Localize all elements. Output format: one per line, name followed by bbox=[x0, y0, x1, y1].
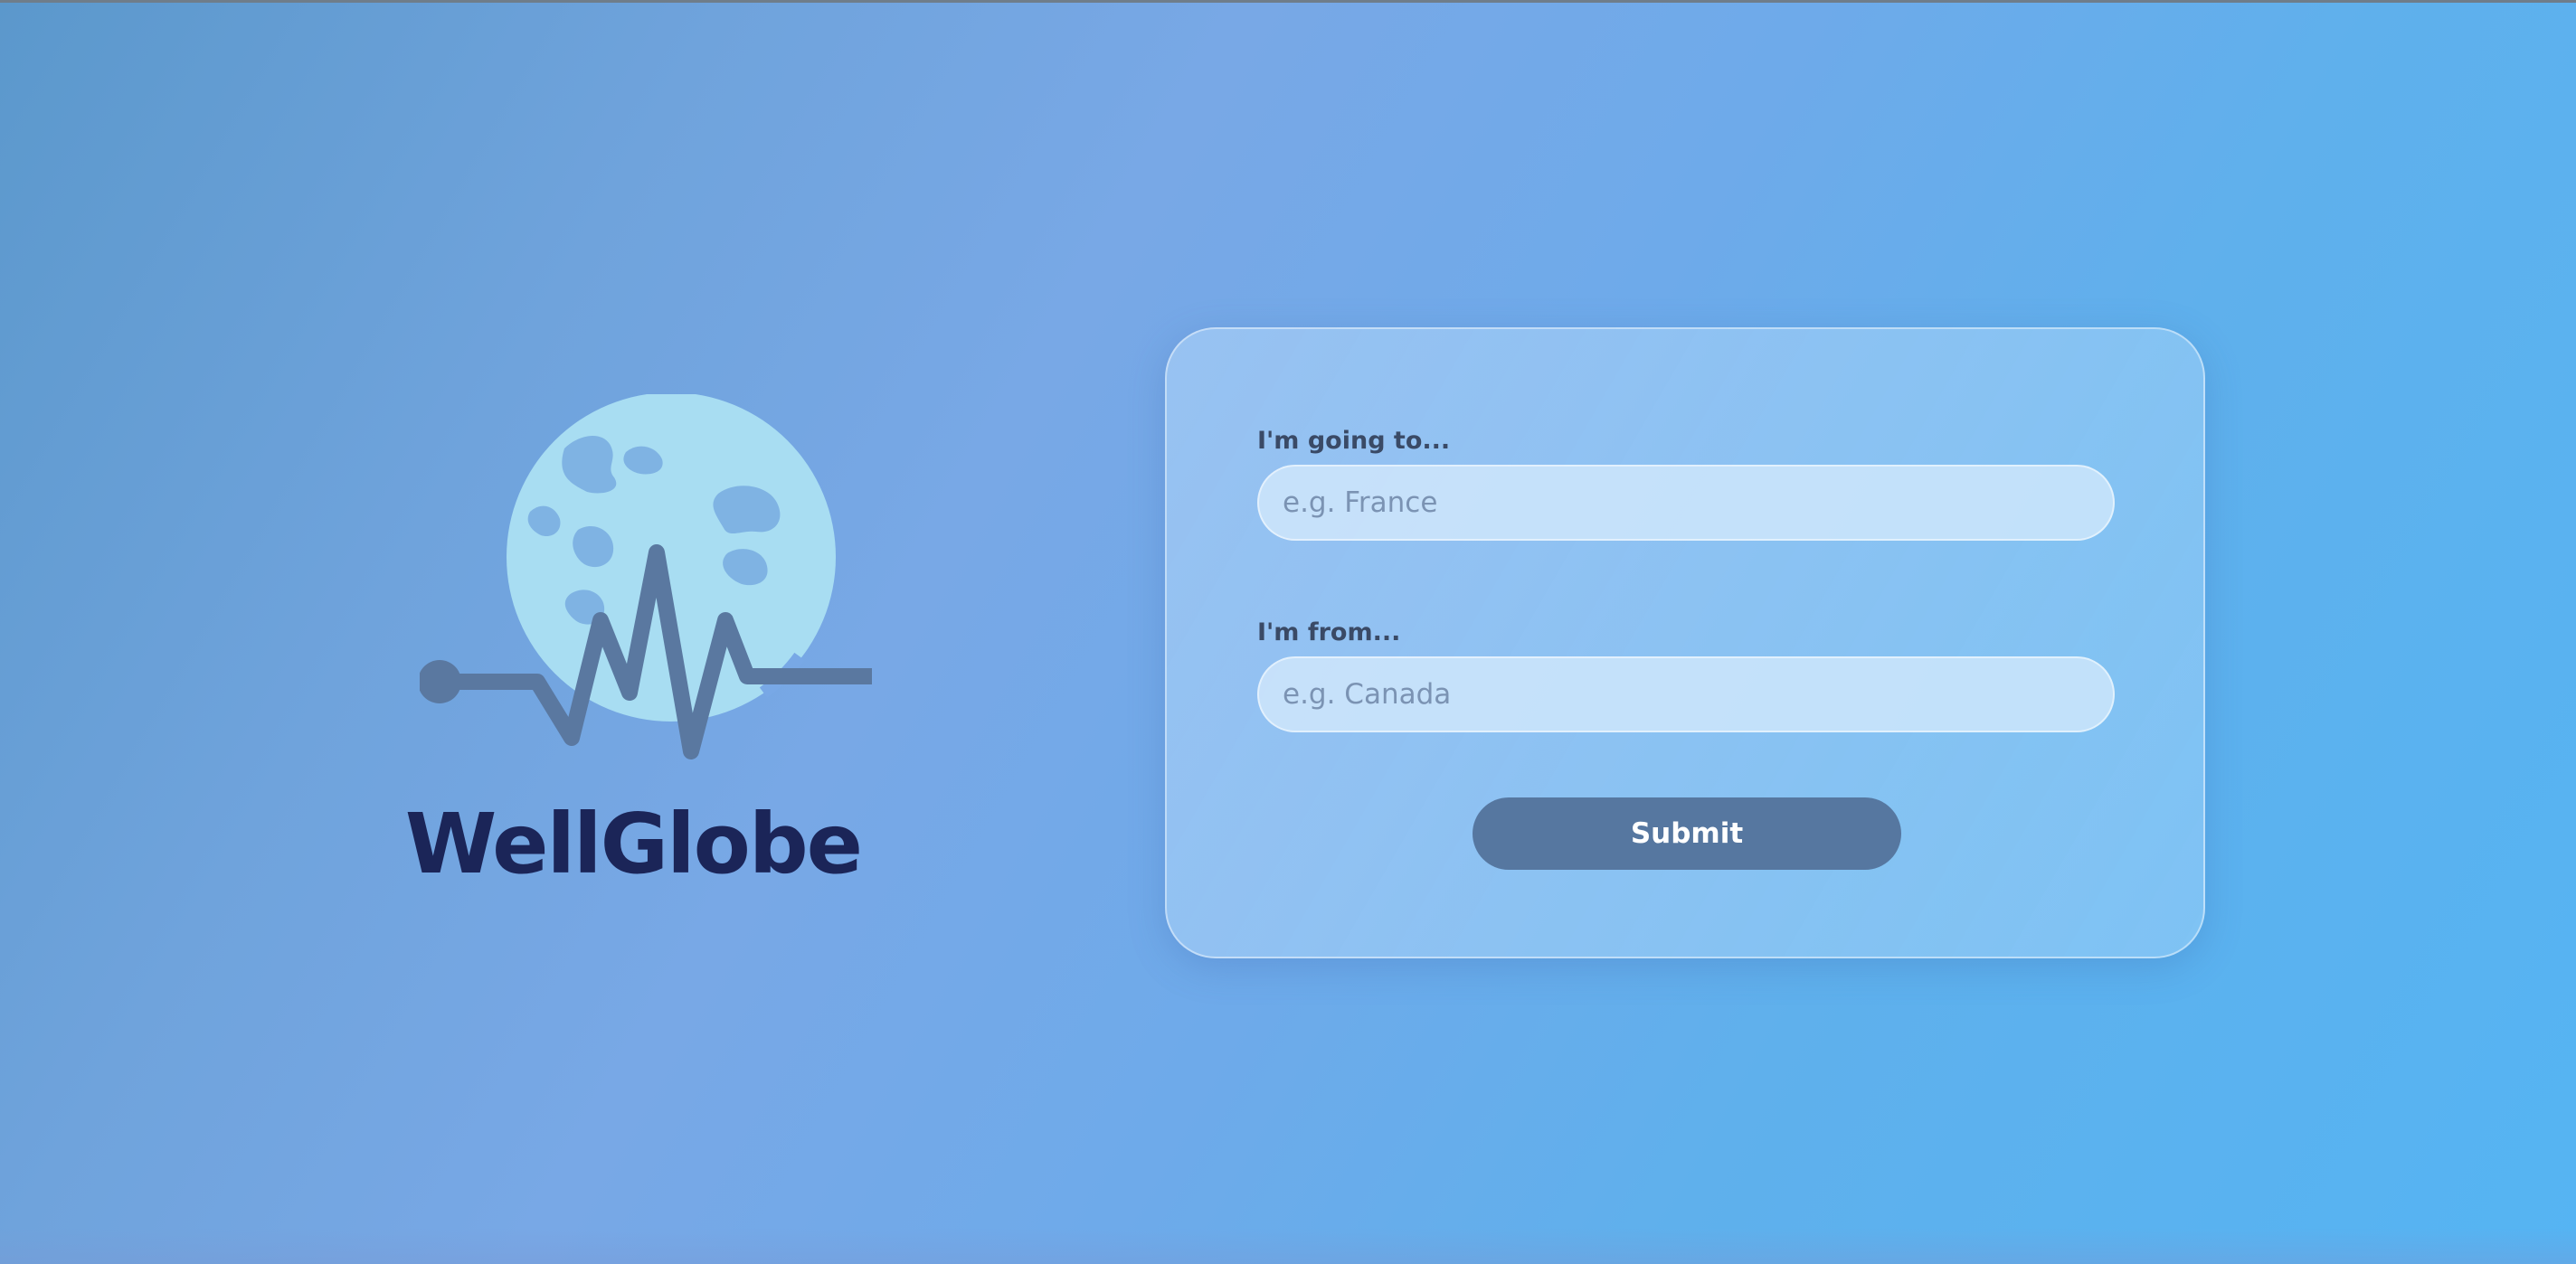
origin-label: I'm from... bbox=[1257, 618, 1401, 646]
search-form-card: I'm going to... I'm from... Submit bbox=[1165, 327, 2205, 958]
brand-name: WellGlobe bbox=[404, 796, 863, 892]
window-top-border bbox=[0, 0, 2576, 3]
brand-block: WellGlobe bbox=[380, 380, 886, 904]
globe-heartbeat-icon bbox=[420, 394, 872, 759]
origin-input[interactable] bbox=[1257, 656, 2115, 732]
destination-label: I'm going to... bbox=[1257, 427, 1451, 455]
submit-button[interactable]: Submit bbox=[1473, 797, 1901, 870]
bottom-shade bbox=[0, 1228, 2576, 1264]
destination-input[interactable] bbox=[1257, 465, 2115, 541]
